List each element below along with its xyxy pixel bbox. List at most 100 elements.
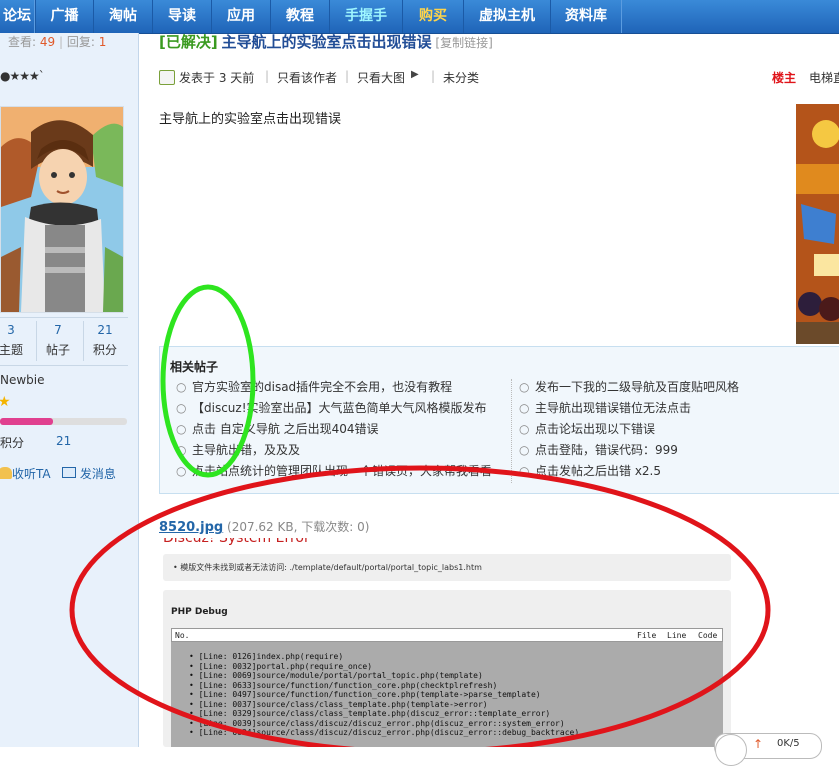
error-message-box: • 模版文件未找到或者无法访问: ./template/default/port… <box>163 554 731 581</box>
attachment-link[interactable]: 8520.jpg <box>159 520 223 535</box>
user-rating-stars: ●★★★` <box>0 69 45 83</box>
floor-label: 楼主 <box>772 71 797 85</box>
related-thread-link[interactable]: ○ 发布一下我的二级导航及百度贴吧风格 <box>519 377 739 398</box>
only-author-link[interactable]: 只看该作者 <box>277 69 337 86</box>
stat-credits-label: 积分 <box>92 343 117 357</box>
related-thread-link[interactable]: ○ 主导航出现错误错位无法点击 <box>519 398 739 419</box>
attachment-info: 8520.jpg (207.62 KB, 下载次数: 0) <box>159 518 369 535</box>
debug-table-header: No. File Line Code <box>171 628 723 642</box>
nav-item-virtual-host[interactable]: 虚拟主机 <box>463 0 551 33</box>
copy-link-button[interactable]: [复制链接] <box>435 36 492 50</box>
post-content: 主导航上的实验室点击出现错误 <box>159 112 342 127</box>
stat-credits-value: 21 <box>97 323 113 337</box>
related-threads-left: ○ 官方实验室的disad插件完全不会用，也没有教程 ○ 【discuz!实验室出品… <box>176 377 492 482</box>
online-status-icon <box>159 70 175 85</box>
views-count: 49 <box>39 35 56 49</box>
stat-posts-label: 帖子 <box>45 343 70 357</box>
attachment-meta: (207.62 KB, 下载次数: 0) <box>227 520 370 534</box>
rating-widget[interactable]: ↑ 0K/5 <box>714 733 822 766</box>
related-thread-link[interactable]: ○ 点击发帖之后出错 x2.5 <box>519 461 739 482</box>
replies-count: 1 <box>98 35 107 49</box>
posted-time: 发表于 3 天前 <box>179 71 255 85</box>
error-heading: Discuz! System Error <box>163 538 310 546</box>
divider <box>0 365 128 366</box>
nav-item-hand-in-hand[interactable]: 手握手 <box>329 0 403 33</box>
stat-credits[interactable]: 21 积分 <box>87 323 123 358</box>
stat-posts[interactable]: 7 帖子 <box>40 323 76 358</box>
avatar[interactable] <box>0 106 124 313</box>
column-header-code: Code <box>698 631 718 640</box>
send-message-link[interactable]: 发消息 <box>62 465 116 482</box>
nav-item-broadcast[interactable]: 广播 <box>35 0 94 33</box>
debug-trace-line: • [Line: 0497]source/function/function_c… <box>189 690 541 699</box>
debug-trace-line: • [Line: 0126]index.php(require) <box>189 652 344 661</box>
related-thread-link[interactable]: ○ 【discuz!实验室出品】大气蓝色简单大气风格模版发布 <box>176 398 492 419</box>
elevator-link[interactable]: 电梯直 <box>809 69 839 86</box>
nav-item-apps[interactable]: 应用 <box>211 0 271 33</box>
divider <box>83 321 84 361</box>
related-thread-link[interactable]: ○ 官方实验室的disad插件完全不会用，也没有教程 <box>176 377 492 398</box>
related-thread-link[interactable]: ○ 点击 自定义导航 之后出现404错误 <box>176 419 492 440</box>
credits-value: 21 <box>56 434 72 448</box>
rank-progress-fill <box>0 418 54 425</box>
credits-label: 积分 <box>0 436 25 450</box>
category-label: 未分类 <box>443 71 480 85</box>
debug-trace-line: • [Line: 0039]source/class/discuz/discuz… <box>189 718 565 728</box>
php-debug-box: PHP Debug No. File Line Code • [Line: 01… <box>163 590 731 747</box>
related-thread-link[interactable]: ○ 点击论坛出现以下错误 <box>519 419 739 440</box>
follow-link[interactable]: 收听TA <box>0 465 51 482</box>
column-divider <box>511 379 512 483</box>
related-threads-panel: 相关帖子 ○ 官方实验室的disad插件完全不会用，也没有教程 ○ 【discuz!… <box>159 346 839 494</box>
advertisement-banner[interactable] <box>796 104 839 344</box>
send-message-label: 发消息 <box>79 467 116 481</box>
nav-item-library[interactable]: 资料库 <box>550 0 622 33</box>
meta-separator: | <box>431 69 436 83</box>
mail-icon <box>62 467 76 478</box>
related-thread-link[interactable]: ○ 点击登陆，错误代码：999 <box>519 440 739 461</box>
debug-trace-line: • [Line: 0024]source/class/discuz/discuz… <box>189 728 580 737</box>
debug-trace-line: • [Line: 0032]portal.php(require_once) <box>189 661 373 671</box>
views-label: 查看: <box>8 35 37 49</box>
debug-trace-line: • [Line: 0633]source/function/function_c… <box>189 680 498 690</box>
nav-item-buy[interactable]: 购买 <box>402 0 464 33</box>
nav-item-guide[interactable]: 导读 <box>152 0 212 33</box>
follow-label: 收听TA <box>12 467 51 481</box>
nav-item-tutorials[interactable]: 教程 <box>270 0 330 33</box>
nav-item-taotie[interactable]: 淘帖 <box>93 0 153 33</box>
stats-separator: | <box>58 35 64 49</box>
people-icon <box>0 467 12 479</box>
view-reply-stats: 查看: 49 | 回复: 1 <box>8 33 106 50</box>
rank-progress-bar <box>0 418 127 425</box>
arrow-up-icon: ↑ <box>753 737 764 751</box>
php-debug-title: PHP Debug <box>171 607 228 617</box>
column-header-file: File <box>637 631 657 640</box>
related-threads-right: ○ 发布一下我的二级导航及百度贴吧风格 ○ 主导航出现错误错位无法点击 ○ 点击论坛出… <box>519 377 739 482</box>
related-thread-link[interactable]: ○ 主导航出错，及及及 <box>176 440 492 461</box>
related-thread-link[interactable]: ○ 点击站点统计的管理团队出现一个错误页，大家帮我看看 <box>176 461 492 482</box>
top-navigation-bar: 论坛 广播 淘帖 导读 应用 教程 手握手 购买 虚拟主机 资料库 <box>0 0 839 34</box>
author-sidebar: 查看: 49 | 回复: 1 ●★★★` 3 主题 7 帖子 21 积分 New… <box>0 33 139 747</box>
attached-error-screenshot[interactable]: Discuz! System Error • 模版文件未找到或者无法访问: ./… <box>159 538 759 747</box>
debug-table: No. File Line Code • [Line: 0126]index.p… <box>171 628 723 747</box>
error-message: • 模版文件未找到或者无法访问: ./template/default/port… <box>173 563 482 572</box>
rating-text: 0K/5 <box>777 738 800 749</box>
user-rank[interactable]: Newbie <box>0 373 45 387</box>
avatar-illustration <box>1 107 123 312</box>
big-image-link[interactable]: 只看大图 <box>357 69 405 86</box>
column-header-line: Line <box>667 631 687 640</box>
divider <box>36 321 37 361</box>
triangle-right-icon: ▶ <box>411 69 419 80</box>
debug-trace-line: • [Line: 0037]source/class/class_templat… <box>189 699 488 709</box>
meta-separator: | <box>265 69 270 83</box>
rating-circle-icon <box>715 734 747 766</box>
stat-topics-label: 主题 <box>0 343 23 357</box>
replies-label: 回复: <box>66 35 95 49</box>
stat-topics-value: 3 <box>7 323 15 337</box>
debug-trace-line: • [Line: 0329]source/class/class_templat… <box>189 709 551 718</box>
stat-topics[interactable]: 3 主题 <box>0 323 29 358</box>
stat-posts-value: 7 <box>54 323 62 337</box>
nav-item-forum[interactable]: 论坛 <box>0 0 35 33</box>
thread-title-row: [已解决] 主导航上的实验室点击出现错误 [复制链接] <box>159 31 493 52</box>
column-header-no: No. <box>175 631 190 640</box>
post-meta-row: 发表于 3 天前 | 只看该作者 | 只看大图 ▶ | 未分类 楼主 电梯直 <box>159 69 839 89</box>
